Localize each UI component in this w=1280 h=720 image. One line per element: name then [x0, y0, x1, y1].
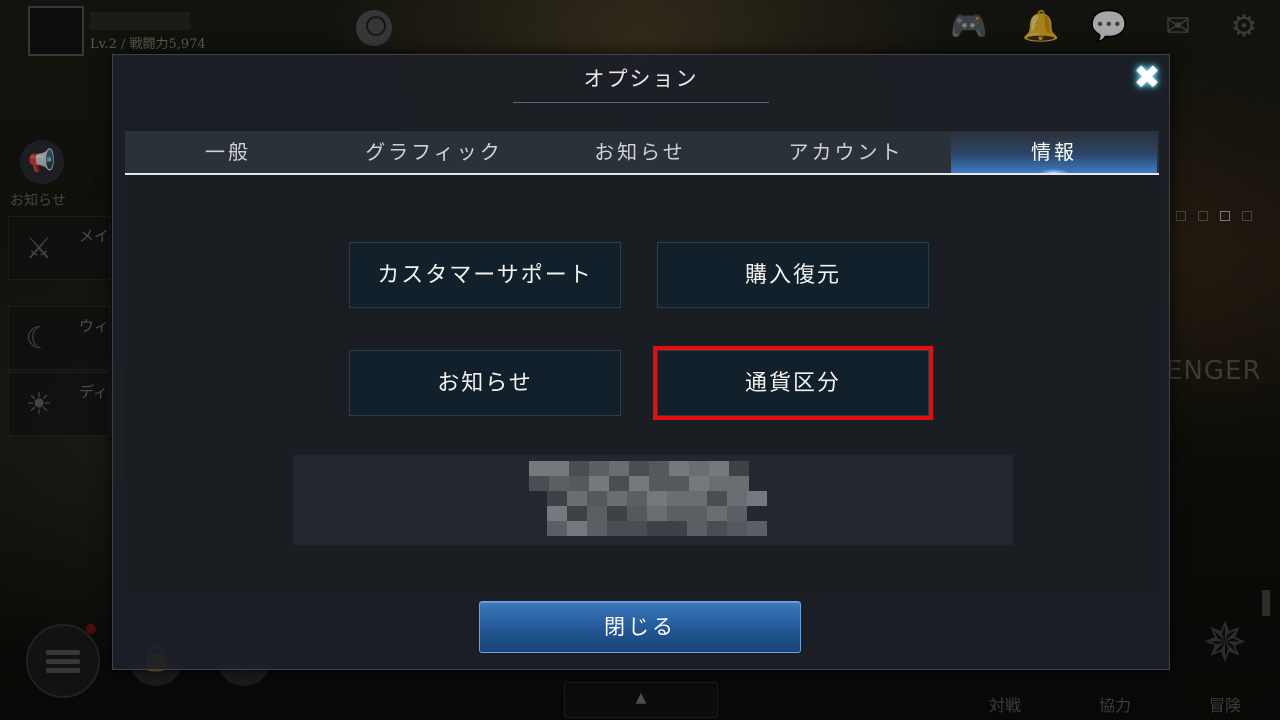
- mosaic-block: [709, 476, 729, 491]
- mosaic-block: [629, 461, 649, 476]
- mosaic-block: [647, 521, 667, 536]
- mosaic-block: [607, 506, 627, 521]
- mosaic-block: [549, 476, 569, 491]
- tab-notice[interactable]: お知らせ: [537, 131, 743, 173]
- tab-account[interactable]: アカウント: [743, 131, 949, 173]
- tab-info[interactable]: 情報: [951, 131, 1157, 179]
- mosaic-block: [747, 491, 767, 506]
- mosaic-block: [709, 461, 729, 476]
- mosaic-block: [529, 461, 549, 476]
- mosaic-block: [747, 521, 767, 536]
- options-dialog: オプション ✖ 一般 グラフィック お知らせ アカウント 情報 カスタマーサポー…: [112, 54, 1170, 670]
- notice-button[interactable]: お知らせ: [349, 350, 621, 416]
- close-icon[interactable]: ✖: [1129, 59, 1165, 95]
- mosaic-block: [707, 491, 727, 506]
- mosaic-block: [529, 476, 549, 491]
- mosaic-block: [667, 521, 687, 536]
- mosaic-block: [547, 506, 567, 521]
- mosaic-block: [727, 521, 747, 536]
- mosaic-block: [729, 461, 749, 476]
- mosaic-block: [567, 521, 587, 536]
- mosaic-block: [609, 476, 629, 491]
- mosaic-block: [647, 491, 667, 506]
- info-content-panel: カスタマーサポート 購入復元 お知らせ 通貨区分: [125, 175, 1159, 593]
- mosaic-block: [689, 461, 709, 476]
- tab-general[interactable]: 一般: [125, 131, 331, 173]
- mosaic-block: [547, 521, 567, 536]
- mosaic-block: [607, 491, 627, 506]
- mosaic-block: [589, 461, 609, 476]
- mosaic-block: [649, 476, 669, 491]
- mosaic-block: [627, 521, 647, 536]
- mosaic-block: [547, 491, 567, 506]
- mosaic-block: [669, 476, 689, 491]
- mosaic-block: [567, 491, 587, 506]
- mosaic-block: [627, 506, 647, 521]
- mosaic-block: [649, 461, 669, 476]
- mosaic-block: [669, 461, 689, 476]
- mosaic-block: [609, 461, 629, 476]
- mosaic-block: [729, 476, 749, 491]
- mosaic-block: [667, 506, 687, 521]
- mosaic-block: [587, 506, 607, 521]
- mosaic-block: [629, 476, 649, 491]
- tab-bar: 一般 グラフィック お知らせ アカウント 情報: [125, 131, 1159, 179]
- mosaic-block: [707, 506, 727, 521]
- mosaic-block: [667, 491, 687, 506]
- close-button[interactable]: 閉じる: [479, 601, 801, 653]
- mosaic-block: [687, 506, 707, 521]
- mosaic-block: [587, 521, 607, 536]
- mosaic-block: [569, 461, 589, 476]
- mosaic-block: [569, 476, 589, 491]
- customer-support-button[interactable]: カスタマーサポート: [349, 242, 621, 308]
- dialog-title: オプション: [583, 67, 699, 91]
- currency-category-button[interactable]: 通貨区分: [653, 346, 933, 420]
- tab-graphics[interactable]: グラフィック: [331, 131, 537, 173]
- mosaic-block: [727, 491, 747, 506]
- mosaic-block: [687, 521, 707, 536]
- mosaic-block: [647, 506, 667, 521]
- mosaic-block: [687, 491, 707, 506]
- title-divider: [513, 102, 769, 103]
- mosaic-block: [689, 476, 709, 491]
- mosaic-block: [589, 476, 609, 491]
- mosaic-block: [549, 461, 569, 476]
- mosaic-block: [607, 521, 627, 536]
- version-info-box: [293, 455, 1013, 545]
- mosaic-block: [587, 491, 607, 506]
- mosaic-block: [707, 521, 727, 536]
- purchase-restore-button[interactable]: 購入復元: [657, 242, 929, 308]
- mosaic-block: [627, 491, 647, 506]
- mosaic-block: [727, 506, 747, 521]
- mosaic-block: [567, 506, 587, 521]
